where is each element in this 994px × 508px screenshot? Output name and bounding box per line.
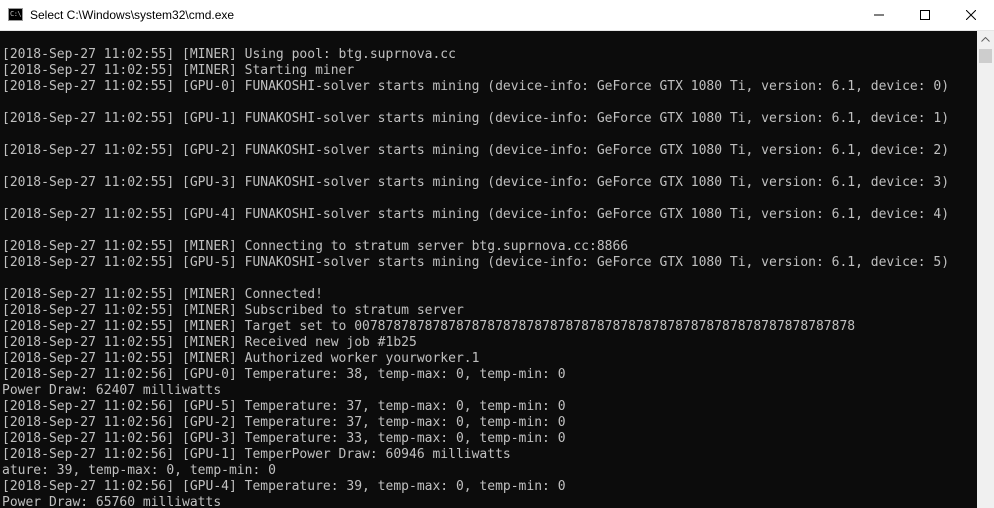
maximize-button[interactable]: [902, 0, 948, 30]
console-line: Power Draw: 65760 milliwatts: [2, 495, 222, 508]
minimize-button[interactable]: [856, 0, 902, 30]
scroll-up-arrow-icon: [981, 37, 990, 42]
console-line: [2018-Sep-27 11:02:56] [GPU-0] Temperatu…: [2, 367, 566, 382]
console-line: [2018-Sep-27 11:02:55] [MINER] Starting …: [2, 63, 355, 78]
console-line: [2018-Sep-27 11:02:55] [GPU-1] FUNAKOSHI…: [2, 111, 950, 126]
close-button[interactable]: [948, 0, 994, 30]
close-icon: [966, 10, 976, 20]
console-line: [2018-Sep-27 11:02:55] [MINER] Authorize…: [2, 351, 480, 366]
console-line: Power Draw: 62407 milliwatts: [2, 383, 222, 398]
console-line: [2018-Sep-27 11:02:55] [GPU-2] FUNAKOSHI…: [2, 143, 950, 158]
console-line: [2018-Sep-27 11:02:55] [GPU-5] FUNAKOSHI…: [2, 255, 950, 270]
title-bar[interactable]: C:\ Select C:\Windows\system32\cmd.exe: [0, 0, 994, 31]
console-line: [2018-Sep-27 11:02:55] [MINER] Received …: [2, 335, 417, 350]
scroll-up-button[interactable]: [977, 31, 994, 48]
console-line: [2018-Sep-27 11:02:55] [MINER] Connectin…: [2, 239, 629, 254]
console-lines: [2018-Sep-27 11:02:55] [MINER] Using poo…: [2, 47, 949, 508]
vertical-scrollbar[interactable]: [977, 31, 994, 508]
console-line: [2018-Sep-27 11:02:55] [MINER] Subscribe…: [2, 303, 464, 318]
cmd-window: C:\ Select C:\Windows\system32\cmd.exe […: [0, 0, 994, 508]
cmd-app-icon[interactable]: C:\: [8, 8, 23, 21]
console-line: [2018-Sep-27 11:02:55] [GPU-0] FUNAKOSHI…: [2, 79, 950, 94]
minimize-icon: [874, 14, 884, 16]
console-line: ature: 39, temp-max: 0, temp-min: 0: [2, 463, 276, 478]
console-line: [2018-Sep-27 11:02:55] [MINER] Connected…: [2, 287, 323, 302]
console-line: [2018-Sep-27 11:02:56] [GPU-3] Temperatu…: [2, 431, 566, 446]
console-line: [2018-Sep-27 11:02:56] [GPU-2] Temperatu…: [2, 415, 566, 430]
console-line: [2018-Sep-27 11:02:55] [GPU-3] FUNAKOSHI…: [2, 175, 950, 190]
console-output[interactable]: [2018-Sep-27 11:02:55] [MINER] Using poo…: [0, 31, 977, 508]
window-title: Select C:\Windows\system32\cmd.exe: [30, 8, 235, 22]
console-line: [2018-Sep-27 11:02:56] [GPU-4] Temperatu…: [2, 479, 566, 494]
console-line: [2018-Sep-27 11:02:56] [GPU-1] TemperPow…: [2, 447, 511, 462]
cmd-app-icon-glyph: C:\: [10, 10, 22, 18]
console-line: [2018-Sep-27 11:02:56] [GPU-5] Temperatu…: [2, 399, 566, 414]
console-line: [2018-Sep-27 11:02:55] [MINER] Using poo…: [2, 47, 456, 62]
maximize-icon: [920, 10, 930, 20]
console-line: [2018-Sep-27 11:02:55] [MINER] Target se…: [2, 319, 856, 334]
console-line: [2018-Sep-27 11:02:55] [GPU-4] FUNAKOSHI…: [2, 207, 950, 222]
scroll-thumb[interactable]: [979, 49, 992, 63]
